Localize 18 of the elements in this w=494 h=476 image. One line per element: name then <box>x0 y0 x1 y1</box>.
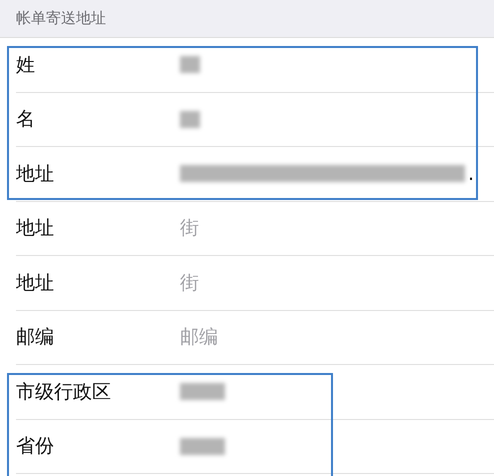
blurred-value[interactable] <box>180 110 200 128</box>
input-field[interactable]: 街 <box>180 272 380 294</box>
field-label: 姓 <box>16 52 36 78</box>
input-field[interactable]: 邮编 <box>180 326 380 348</box>
blurred-value[interactable] <box>180 383 225 400</box>
section-header: 帐单寄送地址 <box>16 9 106 28</box>
input-field[interactable]: 街 <box>180 217 380 240</box>
field-label: 地址 <box>16 216 55 242</box>
field-label: 地址 <box>16 162 55 187</box>
blurred-value[interactable] <box>180 438 225 455</box>
blurred-value[interactable] <box>180 56 200 74</box>
field-label: 市级行政区 <box>16 380 112 405</box>
blurred-value[interactable] <box>180 165 465 182</box>
field-label: 地址 <box>16 270 55 296</box>
field-label: 名 <box>16 107 36 132</box>
field-label: 邮编 <box>16 325 55 350</box>
field-label: 省份 <box>16 434 55 460</box>
trailing-text: . <box>468 162 474 185</box>
